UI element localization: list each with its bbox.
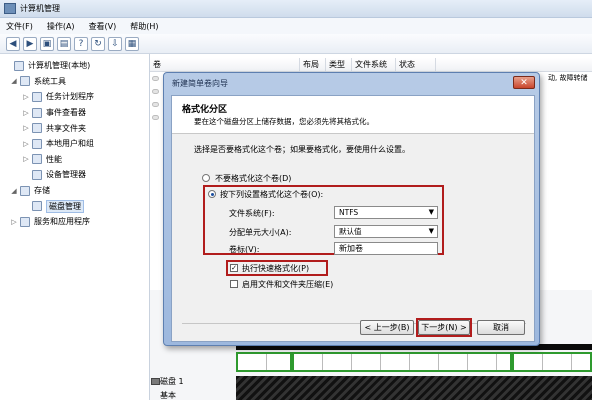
quick-format-checkbox[interactable]: ✓ [230,264,238,272]
tree-item-device-manager[interactable]: 设备管理器 [0,167,149,183]
tree-item-shared-folders[interactable]: ▷ 共享文件夹 [0,120,149,136]
volume-row-icon[interactable] [152,102,159,107]
console-tree: 计算机管理(本地) ◢ 系统工具 ▷ 任务计划程序 ▷ 事件查看器 ▷ 共享文件夹 ▷ 本… [0,54,150,400]
wizard-title: 新建简单卷向导 [172,79,228,88]
radio-do-not-format[interactable] [202,174,210,182]
volume-label-input[interactable]: 新加卷 [334,242,438,255]
title-bar: 计算机管理 [0,0,592,18]
cancel-button[interactable]: 取消 [477,320,525,335]
radio-format-with-settings-label[interactable]: 按下列设置格式化这个卷(O): [220,189,323,200]
tree-item-disk-management[interactable]: 磁盘管理 [0,198,149,214]
partition-block[interactable] [292,352,512,372]
tree-item-local-users[interactable]: ▷ 本地用户和组 [0,136,149,152]
menu-action[interactable]: 操作(A) [47,21,75,32]
disk-1-unallocated-bar[interactable] [236,376,592,400]
close-icon[interactable]: ✕ [513,76,535,89]
next-button[interactable]: 下一步(N) > [418,320,470,335]
users-icon [32,138,42,149]
wizard-page-subtitle: 要在这个磁盘分区上储存数据，您必须先将其格式化。 [194,117,374,126]
wizard-page-title: 格式化分区 [182,105,228,115]
tree-item-system-tools[interactable]: ◢ 系统工具 [0,74,149,90]
tools-icon [20,76,30,87]
format-question-text: 选择是否要格式化这个卷；如果要格式化，要使用什么设置。 [194,145,410,154]
collapse-icon[interactable]: ◢ [10,77,18,85]
tree-item-performance[interactable]: ▷ 性能 [0,152,149,168]
compression-checkbox[interactable] [230,280,238,288]
partition-block[interactable] [512,352,592,372]
export-icon[interactable]: ⇩ [108,36,122,51]
menu-view[interactable]: 查看(V) [89,21,117,32]
shared-folder-icon [32,123,42,134]
status-text-fragment: 动, 故障转储 [548,74,588,82]
disk-drive-icon [151,378,160,385]
back-button[interactable]: < 上一步(B) [360,320,414,335]
tree-item-services-apps[interactable]: ▷ 服务和应用程序 [0,214,149,230]
tree-item-storage[interactable]: ◢ 存储 [0,183,149,199]
tree-item-event-viewer[interactable]: ▷ 事件查看器 [0,105,149,121]
computer-icon [14,60,24,71]
menu-bar: 文件(F) 操作(A) 查看(V) 帮助(H) [0,18,592,34]
performance-icon [32,154,42,165]
column-layout[interactable]: 布局 [300,58,326,71]
wizard-separator [182,323,526,324]
quick-format-label[interactable]: 执行快速格式化(P) [242,263,309,274]
column-filesystem[interactable]: 文件系统 [352,58,396,71]
back-arrow-icon[interactable]: ◀ [6,36,20,51]
device-icon [32,169,42,180]
allocation-unit-select[interactable]: 默认值 ▼ [334,225,438,238]
new-simple-volume-wizard: 新建简单卷向导 ✕ 格式化分区 要在这个磁盘分区上储存数据，您必须先将其格式化。… [163,72,540,346]
expand-icon[interactable]: ▷ [22,155,30,163]
computer-management-icon [4,3,16,14]
collapse-icon[interactable]: ◢ [10,187,18,195]
volume-row-icon[interactable] [152,76,159,81]
properties-icon[interactable]: ▦ [125,36,139,51]
radio-format-with-settings[interactable] [208,190,216,198]
toolbar: ◀ ▶ ▣ ▤ ? ↻ ⇩ ▦ [0,34,592,54]
show-hide-tree-icon[interactable]: ▤ [57,36,71,51]
forward-arrow-icon[interactable]: ▶ [23,36,37,51]
volume-row-icon[interactable] [152,89,159,94]
wizard-client-area: 格式化分区 要在这个磁盘分区上储存数据，您必须先将其格式化。 选择是否要格式化这… [171,95,535,342]
column-type[interactable]: 类型 [326,58,352,71]
expand-icon[interactable]: ▷ [10,218,18,226]
compression-label[interactable]: 启用文件和文件夹压缩(E) [242,279,333,290]
menu-file[interactable]: 文件(F) [6,21,33,32]
event-log-icon [32,107,42,118]
radio-do-not-format-label[interactable]: 不要格式化这个卷(D) [215,173,291,184]
column-status[interactable]: 状态 [396,58,436,71]
disk-icon [32,201,42,212]
volume-row-icon[interactable] [152,115,159,120]
tree-item-computer-management[interactable]: 计算机管理(本地) [0,58,149,74]
services-icon [20,216,30,227]
filesystem-select[interactable]: NTFS ▼ [334,206,438,219]
menu-help[interactable]: 帮助(H) [130,21,158,32]
chevron-down-icon: ▼ [428,208,434,216]
filesystem-label: 文件系统(F): [229,209,275,218]
clock-icon [32,91,42,102]
expand-icon[interactable]: ▷ [22,109,30,117]
refresh-icon[interactable]: ↻ [91,36,105,51]
expand-icon[interactable]: ▷ [22,140,30,148]
volume-list-header: 卷 布局 类型 文件系统 状态 [150,58,592,72]
volume-label-label: 卷标(V): [229,245,260,254]
tree-item-task-scheduler[interactable]: ▷ 任务计划程序 [0,89,149,105]
expand-icon[interactable]: ▷ [22,93,30,101]
disk-1-type: 基本 [160,391,176,400]
partition-block[interactable] [236,352,292,372]
chevron-down-icon: ▼ [428,227,434,235]
expand-icon[interactable]: ▷ [22,124,30,132]
help-icon[interactable]: ? [74,36,88,51]
storage-icon [20,185,30,196]
allocation-unit-label: 分配单元大小(A): [229,228,292,237]
disk-1-label: 磁盘 1 [160,377,184,386]
wizard-header: 格式化分区 要在这个磁盘分区上储存数据，您必须先将其格式化。 [172,96,534,134]
column-volume[interactable]: 卷 [150,58,300,71]
up-folder-icon[interactable]: ▣ [40,36,54,51]
window-title: 计算机管理 [20,4,60,13]
